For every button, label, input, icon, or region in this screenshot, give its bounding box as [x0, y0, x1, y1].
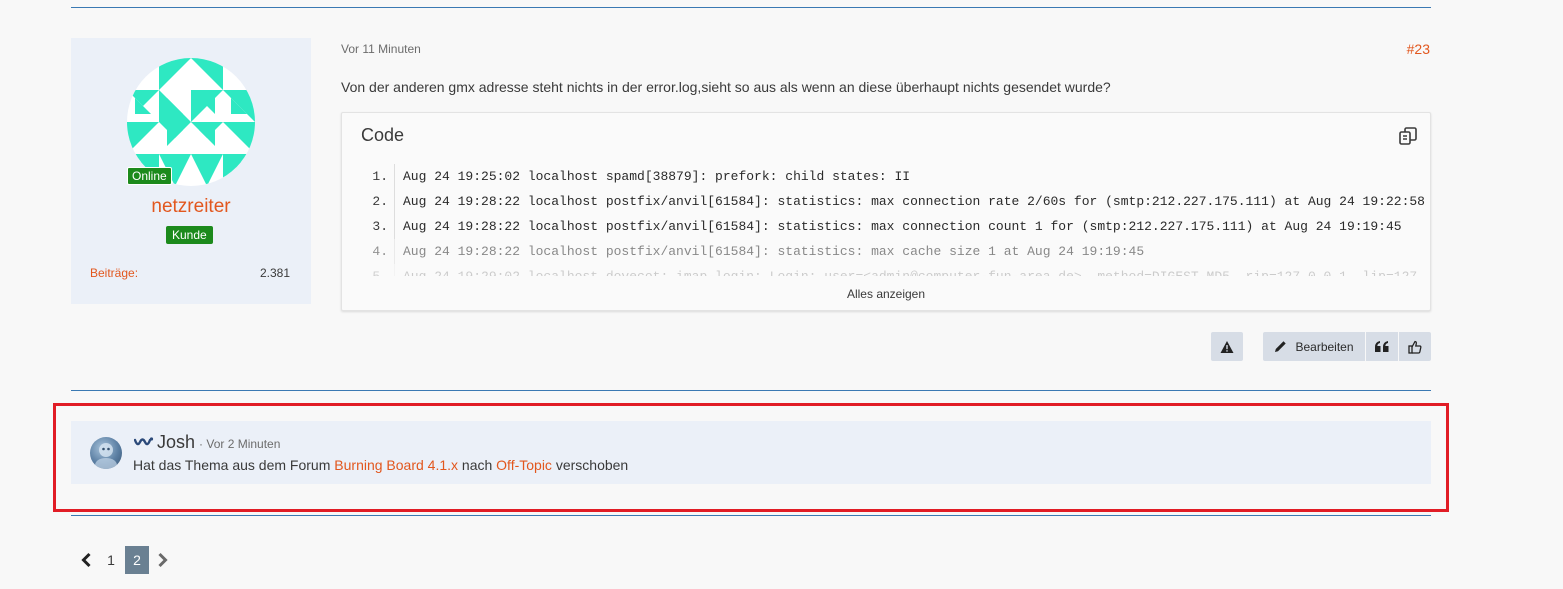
message-text: Hat das Thema aus dem Forum	[133, 457, 331, 473]
moderation-log-entry: Josh · Vor 2 Minuten Hat das Thema aus d…	[71, 421, 1431, 484]
avatar[interactable]	[90, 437, 122, 469]
code-block: Code 1. Aug 24 19:25:02 localhost spamd[3…	[341, 112, 1431, 311]
report-button[interactable]	[1211, 332, 1243, 361]
line-number: 5.	[367, 264, 395, 276]
quote-button[interactable]	[1366, 332, 1398, 361]
forum-link-source[interactable]: Burning Board 4.1.x	[334, 457, 458, 473]
chevron-right-icon	[158, 552, 168, 568]
moderation-log-header: Josh · Vor 2 Minuten	[134, 432, 280, 453]
divider-bottom	[71, 515, 1431, 516]
code-line: 4. Aug 24 19:28:22 localhost postfix/anvi…	[367, 239, 1427, 264]
divider-mid	[71, 390, 1431, 391]
author-username[interactable]: netzreiter	[71, 196, 311, 218]
post-text: Von der anderen gmx adresse steht nichts…	[341, 79, 1111, 95]
pagination-next[interactable]	[149, 546, 177, 574]
code-title: Code	[361, 125, 405, 145]
moderation-message: Hat das Thema aus dem Forum Burning Boar…	[133, 457, 628, 473]
pagination-page-1[interactable]: 1	[97, 546, 125, 574]
moderator-username[interactable]: Josh	[157, 432, 195, 453]
pagination-previous[interactable]	[75, 546, 97, 574]
moderation-time: · Vor 2 Minuten	[199, 437, 281, 451]
code-line: 1. Aug 24 19:25:02 localhost spamd[38879]…	[367, 164, 1427, 189]
code-line: 5. Aug 24 19:29:02 localhost dovecot: ima…	[367, 264, 1427, 276]
divider-top	[71, 7, 1431, 8]
line-number: 2.	[367, 189, 395, 214]
line-text: Aug 24 19:28:22 localhost postfix/anvil[…	[403, 219, 1402, 234]
code-lines: 1. Aug 24 19:25:02 localhost spamd[38879]…	[367, 164, 1427, 276]
thumbs-up-icon	[1408, 340, 1422, 354]
code-line: 2. Aug 24 19:28:22 localhost postfix/anvi…	[367, 189, 1427, 214]
edit-button[interactable]: Bearbeiten	[1263, 332, 1365, 361]
line-number: 1.	[367, 164, 395, 189]
quote-icon	[1375, 340, 1389, 352]
line-text: Aug 24 19:28:22 localhost postfix/anvil[…	[403, 194, 1425, 209]
warning-icon	[1220, 340, 1234, 353]
copy-icon[interactable]	[1398, 126, 1418, 146]
line-text: Aug 24 19:28:22 localhost postfix/anvil[…	[403, 244, 1145, 259]
posts-count-label[interactable]: Beiträge:	[90, 266, 138, 280]
chevron-left-icon	[81, 552, 91, 568]
pagination-page-2-current[interactable]: 2	[125, 546, 149, 574]
online-badge: Online	[127, 167, 172, 185]
like-button[interactable]	[1399, 332, 1431, 361]
post-number-link[interactable]: #23	[1407, 41, 1430, 57]
post-author-sidebar: Online netzreiter Kunde Beiträge: 2.381	[71, 38, 311, 304]
message-text: nach	[461, 457, 493, 473]
posts-count-value: 2.381	[259, 266, 290, 280]
show-all-link[interactable]: Alles anzeigen	[342, 287, 1430, 301]
pencil-icon	[1275, 341, 1287, 352]
avatar-image	[95, 443, 117, 469]
user-rank-badge: Kunde	[166, 226, 213, 244]
line-text: Aug 24 19:29:02 localhost dovecot: imap-…	[403, 264, 1417, 276]
line-number: 3.	[367, 214, 395, 239]
line-text: Aug 24 19:25:02 localhost spamd[38879]: …	[403, 169, 911, 184]
post-time[interactable]: Vor 11 Minuten	[341, 42, 421, 56]
message-text: verschoben	[555, 457, 629, 473]
line-number: 4.	[367, 239, 395, 264]
code-line: 3. Aug 24 19:28:22 localhost postfix/anvi…	[367, 214, 1427, 239]
forum-link-target[interactable]: Off-Topic	[496, 457, 552, 473]
edit-button-label: Bearbeiten	[1295, 339, 1354, 354]
pagination: 1 2	[75, 546, 177, 574]
wave-icon	[134, 437, 154, 446]
